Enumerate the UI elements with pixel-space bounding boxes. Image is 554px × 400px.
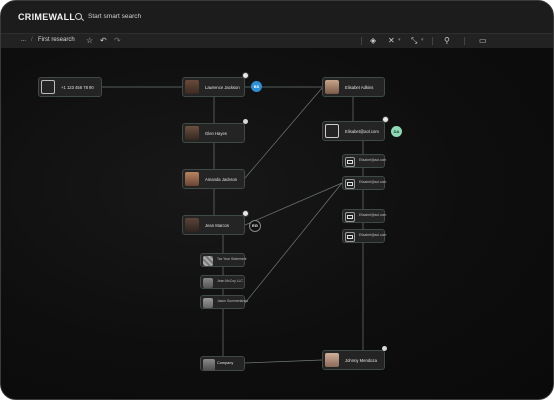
building-icon xyxy=(203,359,215,371)
badge-jean: EG xyxy=(249,220,261,232)
divider xyxy=(432,37,433,45)
phone-icon xyxy=(41,80,55,94)
toolbar: ... / First research ☆ ↶ ↷ ◈ ✕ ▾ ⤡ ▾ ⚲ ▭ xyxy=(1,33,553,49)
status-dot xyxy=(242,72,249,79)
person-node-glen[interactable]: Glen Hayes xyxy=(182,123,245,143)
node-label: Johnny Mendoza xyxy=(345,358,377,363)
node-label: Elisabet Adkins xyxy=(345,85,374,90)
breadcrumb-current: First research xyxy=(38,37,75,43)
avatar xyxy=(185,80,199,94)
chevron-down-icon[interactable]: ▾ xyxy=(398,36,401,45)
badge-email: DA xyxy=(391,126,402,137)
search-icon[interactable] xyxy=(75,13,82,20)
document-node[interactable]: Jean McCoy LLC xyxy=(200,275,245,289)
status-dot xyxy=(242,210,249,217)
phone-node[interactable]: +1 123 456 78 90 xyxy=(38,77,102,97)
email-icon xyxy=(345,232,355,242)
app-window: CRIMEWALL Start smart search ... / First… xyxy=(0,0,554,400)
email-icon xyxy=(345,212,355,222)
node-label: Elisabet@aol.com xyxy=(359,233,387,237)
document-node[interactable]: Jason Summerlands xyxy=(200,295,248,309)
node-label: Elisabet@aol.com xyxy=(359,213,387,217)
document-icon xyxy=(203,256,213,266)
status-dot xyxy=(382,346,387,351)
person-node-elisabet[interactable]: Elisabet Adkins xyxy=(322,77,385,97)
document-icon xyxy=(203,298,213,308)
pin-icon[interactable]: ⚲ xyxy=(444,36,450,45)
node-label: Jean Marcos xyxy=(205,223,229,228)
node-label: +1 123 456 78 90 xyxy=(61,85,94,90)
redo-icon[interactable]: ↷ xyxy=(114,36,121,45)
avatar xyxy=(325,80,339,94)
company-node[interactable]: Company xyxy=(200,356,245,371)
email-icon xyxy=(345,157,355,167)
email-node[interactable]: Elisabet@aol.com xyxy=(342,229,387,243)
graph-edges xyxy=(102,86,364,364)
status-dot xyxy=(243,119,248,124)
node-label: Company xyxy=(217,361,234,365)
connect-icon[interactable]: ⤡ xyxy=(411,36,417,45)
person-node-jean[interactable]: Jean Marcos xyxy=(182,215,245,235)
email-node[interactable]: Elisabet@aol.com xyxy=(342,209,387,223)
node-label: Tax Year Statement xyxy=(217,257,247,261)
avatar xyxy=(185,126,199,140)
node-label: Amanda Jackson xyxy=(205,177,238,182)
layout-icon[interactable]: ✕ xyxy=(388,36,395,45)
star-icon[interactable]: ☆ xyxy=(86,36,93,45)
filter-icon[interactable]: ◈ xyxy=(370,36,376,45)
divider xyxy=(464,37,465,45)
person-node-johnny[interactable]: Johnny Mendoza xyxy=(322,350,385,370)
email-node-main[interactable]: Elisabet@aol.com xyxy=(322,121,385,141)
document-node[interactable]: Tax Year Statement xyxy=(200,253,247,267)
top-bar: CRIMEWALL Start smart search xyxy=(1,1,553,33)
chevron-down-icon[interactable]: ▾ xyxy=(421,36,424,45)
node-label: Elisabet@aol.com xyxy=(359,180,387,184)
email-node[interactable]: Elisabet@aol.com xyxy=(342,176,387,190)
status-dot xyxy=(382,116,389,123)
avatar xyxy=(185,172,199,186)
divider xyxy=(361,37,362,45)
avatar xyxy=(325,353,339,367)
smart-search-input[interactable]: Start smart search xyxy=(88,13,141,20)
app-logo: CRIMEWALL xyxy=(18,12,76,22)
person-node-amanda[interactable]: Amanda Jackson xyxy=(182,169,245,189)
node-label: Jason Summerlands xyxy=(217,299,248,303)
email-node[interactable]: Elisabet@aol.com xyxy=(342,154,387,168)
document-icon xyxy=(203,278,213,288)
badge-lawrence: BS xyxy=(251,81,262,92)
node-label: Elisabet@aol.com xyxy=(345,129,379,134)
user-icon xyxy=(325,124,339,138)
graph-canvas[interactable]: +1 123 456 78 90 Lawrence Jackson BS Eli… xyxy=(1,48,553,399)
breadcrumb-root[interactable]: ... xyxy=(21,37,26,43)
node-label: Lawrence Jackson xyxy=(205,85,240,90)
undo-icon[interactable]: ↶ xyxy=(100,36,107,45)
node-label: Jean McCoy LLC xyxy=(217,279,244,283)
node-label: Elisabet@aol.com xyxy=(359,158,387,162)
email-icon xyxy=(345,179,355,189)
folder-icon[interactable]: ▭ xyxy=(479,36,487,45)
node-label: Glen Hayes xyxy=(205,131,227,136)
breadcrumb-separator: / xyxy=(31,37,33,43)
person-node-lawrence[interactable]: Lawrence Jackson xyxy=(182,77,245,97)
avatar xyxy=(185,218,199,232)
